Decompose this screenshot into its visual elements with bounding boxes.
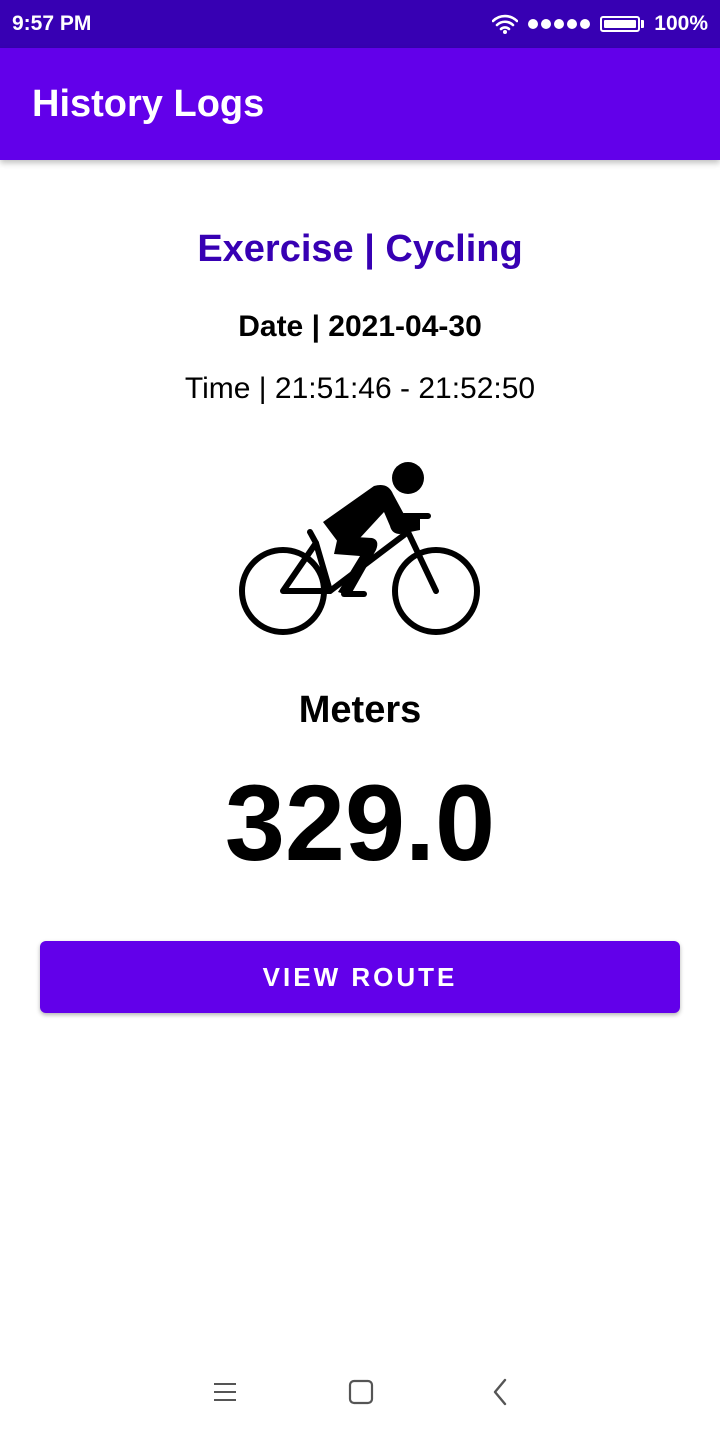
battery-percent: 100% xyxy=(654,12,708,35)
status-icons: 100% xyxy=(492,12,708,36)
back-icon xyxy=(493,1378,507,1406)
battery-icon xyxy=(600,16,645,32)
cycling-icon xyxy=(239,462,480,635)
menu-button[interactable] xyxy=(201,1370,249,1414)
metric-value: 329.0 xyxy=(224,762,496,883)
log-time: Time | 21:51:46 - 21:52:50 xyxy=(184,372,536,405)
view-route-button[interactable]: VIEW ROUTE xyxy=(40,941,680,1013)
menu-icon xyxy=(214,1383,236,1401)
wifi-icon xyxy=(492,14,519,34)
back-button[interactable] xyxy=(476,1370,524,1414)
metric-label: Meters xyxy=(298,689,422,731)
exercise-title: Exercise | Cycling xyxy=(197,228,523,270)
home-button[interactable] xyxy=(337,1370,385,1414)
status-bar: 9:57 PM 100% xyxy=(0,0,720,48)
status-time: 9:57 PM xyxy=(12,12,92,35)
page-title: History Logs xyxy=(32,82,265,125)
app-bar: History Logs xyxy=(0,48,720,160)
log-date: Date | 2021-04-30 xyxy=(238,310,482,343)
home-icon xyxy=(348,1379,374,1405)
system-nav-bar xyxy=(0,1350,720,1440)
signal-icon xyxy=(528,19,591,29)
